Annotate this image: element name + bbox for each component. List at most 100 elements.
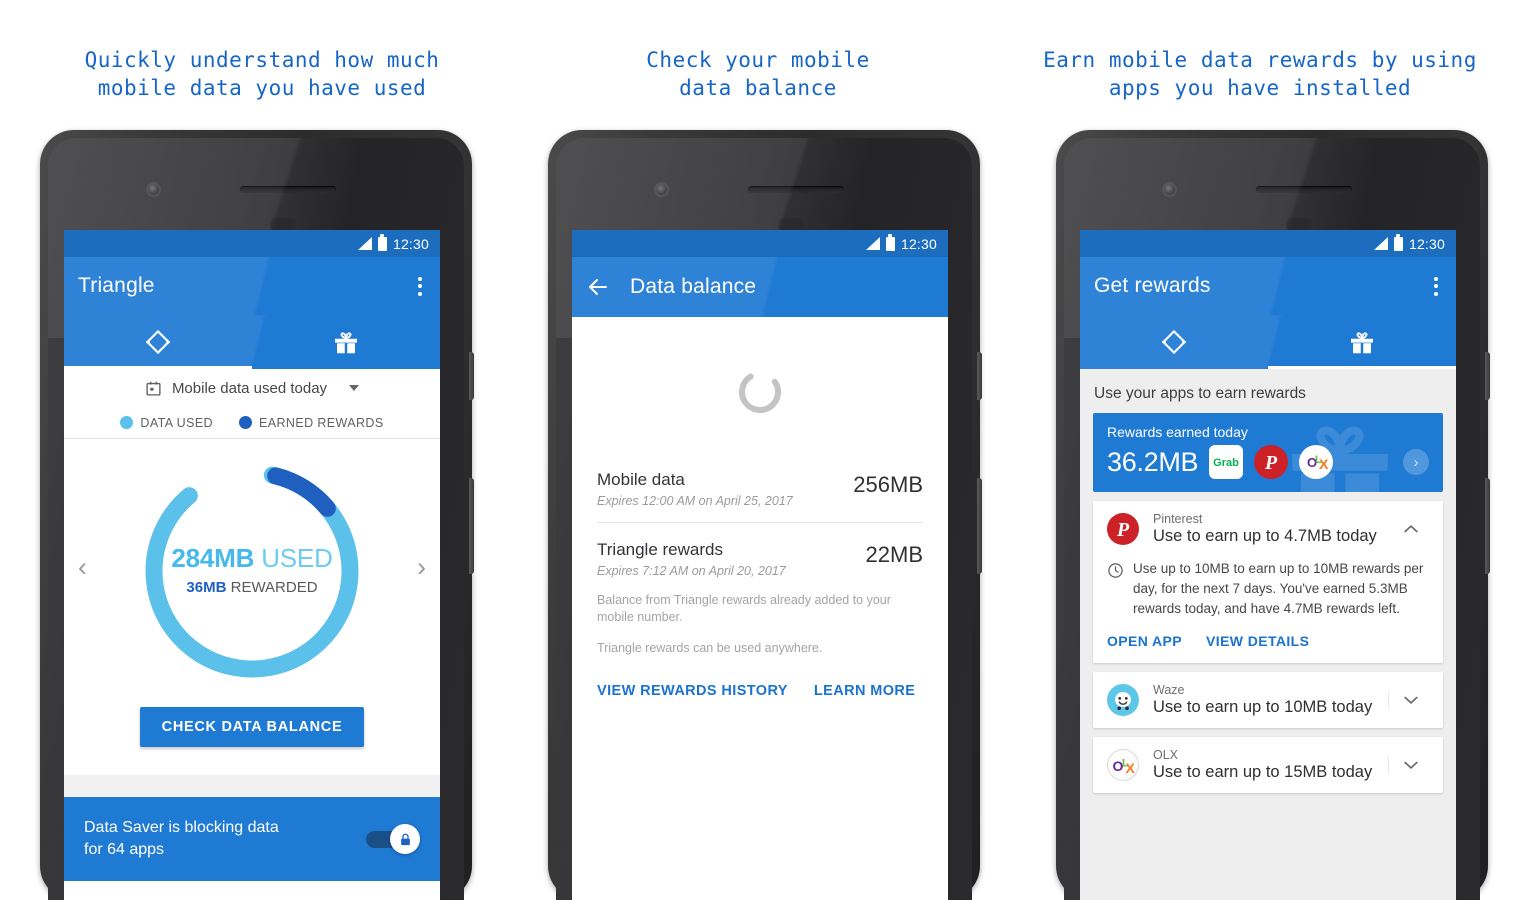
data-saver-toggle[interactable] xyxy=(366,824,420,854)
balance-list: Mobile data Expires 12:00 AM on April 25… xyxy=(572,453,948,699)
phone-2-screen: 12:30 Data balance Mobile data Expires 1… xyxy=(572,230,948,900)
overflow-menu-icon[interactable] xyxy=(414,271,426,302)
open-app-link[interactable]: OPEN APP xyxy=(1107,633,1182,649)
calendar-icon xyxy=(146,381,161,396)
chevron-up-icon[interactable] xyxy=(1389,519,1433,539)
balance-links: VIEW REWARDS HISTORY LEARN MORE xyxy=(597,671,923,699)
signal-icon xyxy=(1373,237,1388,250)
power-button[interactable] xyxy=(1485,352,1490,400)
loading-spinner-container xyxy=(572,317,948,417)
tab-bar xyxy=(64,315,440,369)
app-headline: Use to earn up to 15MB today xyxy=(1153,763,1373,781)
legend-swatch-earned-rewards xyxy=(239,416,252,429)
chevron-down-icon xyxy=(349,385,360,391)
chevron-down-icon[interactable] xyxy=(1389,690,1433,710)
power-button[interactable] xyxy=(469,352,474,400)
phone-1-screen: 12:30 Triangle Mobile data used today DA… xyxy=(64,230,440,900)
legend-item-data-used: DATA USED xyxy=(120,416,213,430)
signal-icon xyxy=(357,237,372,250)
app-card-texts: Pinterest Use to earn up to 4.7MB today xyxy=(1153,512,1389,546)
tab-data[interactable] xyxy=(64,315,252,369)
triangle-logo-icon xyxy=(145,329,171,355)
chevron-right-icon[interactable]: › xyxy=(1403,449,1429,475)
phone-3: 12:30 Get rewards Use your apps to earn … xyxy=(1056,130,1490,900)
app-card-links: OPEN APP VIEW DETAILS xyxy=(1093,619,1443,663)
app-bar: Data balance xyxy=(572,257,948,317)
date-range-label: Mobile data used today xyxy=(171,379,328,397)
olx-icon: O L X xyxy=(1299,445,1334,479)
grab-icon: Grab xyxy=(1209,445,1244,479)
app-card-header[interactable]: Waze Use to earn up to 10MB today xyxy=(1093,672,1443,728)
app-card-header[interactable]: P Pinterest Use to earn up to 4.7MB toda… xyxy=(1093,501,1443,557)
data-balance-body: Mobile data Expires 12:00 AM on April 25… xyxy=(572,317,948,900)
balance-amount: 256MB xyxy=(853,472,923,497)
app-card-waze[interactable]: Waze Use to earn up to 10MB today xyxy=(1093,672,1443,728)
gift-icon xyxy=(335,332,357,354)
front-camera-icon xyxy=(146,182,161,197)
gift-icon xyxy=(1351,332,1373,354)
data-saver-banner[interactable]: Data Saver is blocking data for 64 apps xyxy=(64,797,440,881)
legend-item-earned-rewards: EARNED REWARDS xyxy=(239,416,384,430)
balance-expiry: Expires 12:00 AM on April 25, 2017 xyxy=(597,494,793,508)
learn-more-link[interactable]: LEARN MORE xyxy=(814,683,915,699)
app-bar: Triangle xyxy=(64,257,440,315)
app-card-olx[interactable]: O L X OLX Use to earn up to 15MB today xyxy=(1093,737,1443,793)
data-usage-donut-chart: 284MB USED 36MB REWARDED ‹ › xyxy=(64,439,440,705)
svg-text:Grab: Grab xyxy=(1213,457,1239,469)
app-bar: Get rewards xyxy=(1080,257,1456,315)
volume-button[interactable] xyxy=(977,478,982,574)
balance-row-mobile-data: Mobile data Expires 12:00 AM on April 25… xyxy=(597,453,923,522)
status-bar-time: 12:30 xyxy=(900,235,937,252)
donut-center-labels: 284MB USED 36MB REWARDED xyxy=(64,543,440,596)
caption-phone-2: Check your mobile data balance xyxy=(646,48,870,100)
app-name: Waze xyxy=(1153,683,1185,697)
balance-note-2: Triangle rewards can be used anywhere. xyxy=(597,641,823,655)
waze-icon xyxy=(1107,684,1139,716)
cta-container: CHECK DATA BALANCE xyxy=(64,705,440,747)
app-name: OLX xyxy=(1153,748,1179,762)
volume-button[interactable] xyxy=(469,478,474,574)
signal-icon xyxy=(865,237,880,250)
app-card-header[interactable]: O L X OLX Use to earn up to 15MB today xyxy=(1093,737,1443,793)
status-bar-time: 12:30 xyxy=(392,235,429,252)
view-rewards-history-link[interactable]: VIEW REWARDS HISTORY xyxy=(597,683,788,699)
rewards-body: Use your apps to earn rewards Rewards ea… xyxy=(1080,369,1456,900)
clock-icon xyxy=(1108,563,1123,578)
donut-rewarded-value: 36MB xyxy=(186,579,227,596)
screen-title: Data balance xyxy=(630,275,757,298)
date-range-selector[interactable]: Mobile data used today xyxy=(64,369,440,407)
overflow-menu-icon[interactable] xyxy=(1430,271,1442,302)
app-headline: Use to earn up to 4.7MB today xyxy=(1153,527,1377,545)
check-data-balance-button[interactable]: CHECK DATA BALANCE xyxy=(139,707,365,747)
donut-rewarded-suffix: REWARDED xyxy=(230,579,318,596)
donut-used-line: 284MB USED xyxy=(64,543,440,574)
volume-button[interactable] xyxy=(1485,478,1490,574)
rewards-earned-banner[interactable]: Rewards earned today 36.2MB Grab P O L X… xyxy=(1093,413,1443,492)
phone-2: 12:30 Data balance Mobile data Expires 1… xyxy=(548,130,982,900)
caption-phone-3: Earn mobile data rewards by using apps y… xyxy=(1043,48,1477,100)
chart-legend: DATA USED EARNED REWARDS xyxy=(64,407,440,439)
tab-rewards[interactable] xyxy=(1268,315,1456,369)
next-period-button[interactable]: › xyxy=(417,554,426,581)
donut-used-suffix: USED xyxy=(261,543,333,573)
previous-period-button[interactable]: ‹ xyxy=(78,554,87,581)
app-card-pinterest[interactable]: P Pinterest Use to earn up to 4.7MB toda… xyxy=(1093,501,1443,663)
app-card-texts: Waze Use to earn up to 10MB today xyxy=(1153,683,1388,717)
app-title: Get rewards xyxy=(1094,274,1211,297)
screenshot-stage: Quickly understand how much mobile data … xyxy=(0,0,1518,900)
balance-name: Triangle rewards xyxy=(597,540,723,559)
view-details-link[interactable]: VIEW DETAILS xyxy=(1206,633,1309,649)
svg-text:P: P xyxy=(1264,452,1278,474)
status-bar: 12:30 xyxy=(64,230,440,257)
rewards-banner-main: 36.2MB Grab P O L X › xyxy=(1107,445,1429,479)
phone-1: 12:30 Triangle Mobile data used today DA… xyxy=(40,130,474,900)
tab-rewards[interactable] xyxy=(252,315,440,369)
app-headline: Use to earn up to 10MB today xyxy=(1153,698,1373,716)
earpiece-speaker xyxy=(748,186,844,193)
status-bar-time: 12:30 xyxy=(1408,235,1445,252)
chevron-down-icon[interactable] xyxy=(1389,755,1433,775)
power-button[interactable] xyxy=(977,352,982,400)
tab-data[interactable] xyxy=(1080,315,1268,369)
back-arrow-icon[interactable] xyxy=(586,275,610,299)
legend-label-earned-rewards: EARNED REWARDS xyxy=(259,415,384,430)
